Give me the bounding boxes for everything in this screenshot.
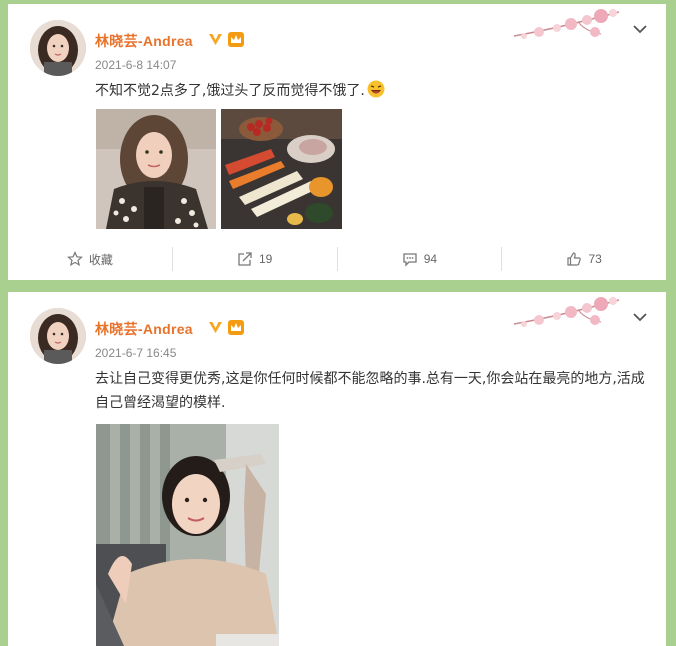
comment-icon xyxy=(403,253,417,267)
cherry-blossom-decoration xyxy=(513,9,620,39)
laughing-emoji-icon xyxy=(367,80,385,98)
star-icon xyxy=(66,251,83,267)
thumbs-up-icon xyxy=(567,252,582,266)
username[interactable]: 林晓芸-Andrea xyxy=(95,31,193,51)
like-count: 73 xyxy=(588,252,602,266)
member-crown-icon xyxy=(228,31,244,47)
verified-v-icon xyxy=(209,321,222,333)
like-button[interactable]: 73 xyxy=(501,247,666,271)
favorite-button[interactable]: 收藏 xyxy=(8,247,172,271)
comment-button[interactable]: 94 xyxy=(336,247,502,271)
post-card: 林晓芸-Andrea 2021-6-8 14:07 不知不觉2点多了,饿过头了反… xyxy=(8,4,666,280)
post-text: 不知不觉2点多了,饿过头了反而觉得不饿了. xyxy=(95,79,655,103)
repost-button[interactable]: 19 xyxy=(171,247,337,271)
post-text-content: 不知不觉2点多了,饿过头了反而觉得不饿了. xyxy=(95,83,365,99)
comment-count: 94 xyxy=(423,252,438,266)
post-card: 林晓芸-Andrea 2021-6-7 16:45 去让自己变得更优秀,这是你任… xyxy=(8,292,666,646)
verified-v-icon xyxy=(209,33,222,45)
chevron-down-icon[interactable] xyxy=(632,310,648,324)
chevron-down-icon[interactable] xyxy=(632,22,648,36)
post-time[interactable]: 2021-6-7 16:45 xyxy=(95,346,176,360)
repost-count: 19 xyxy=(258,252,273,266)
cherry-blossom-decoration xyxy=(513,297,620,327)
avatar[interactable] xyxy=(30,20,86,76)
repost-arrow-icon xyxy=(238,252,252,266)
post-image-portrait[interactable] xyxy=(96,424,279,646)
favorite-label: 收藏 xyxy=(88,252,113,267)
action-bar: 收藏 19 94 73 xyxy=(8,244,666,274)
post-time[interactable]: 2021-6-8 14:07 xyxy=(95,58,176,72)
member-crown-icon xyxy=(228,319,244,335)
avatar[interactable] xyxy=(30,308,86,364)
username[interactable]: 林晓芸-Andrea xyxy=(95,319,193,339)
post-image-selfie[interactable] xyxy=(96,109,216,229)
post-image-food[interactable] xyxy=(221,109,342,229)
post-text: 去让自己变得更优秀,这是你任何时候都不能忽略的事.总有一天,你会站在最亮的地方,… xyxy=(95,371,645,411)
